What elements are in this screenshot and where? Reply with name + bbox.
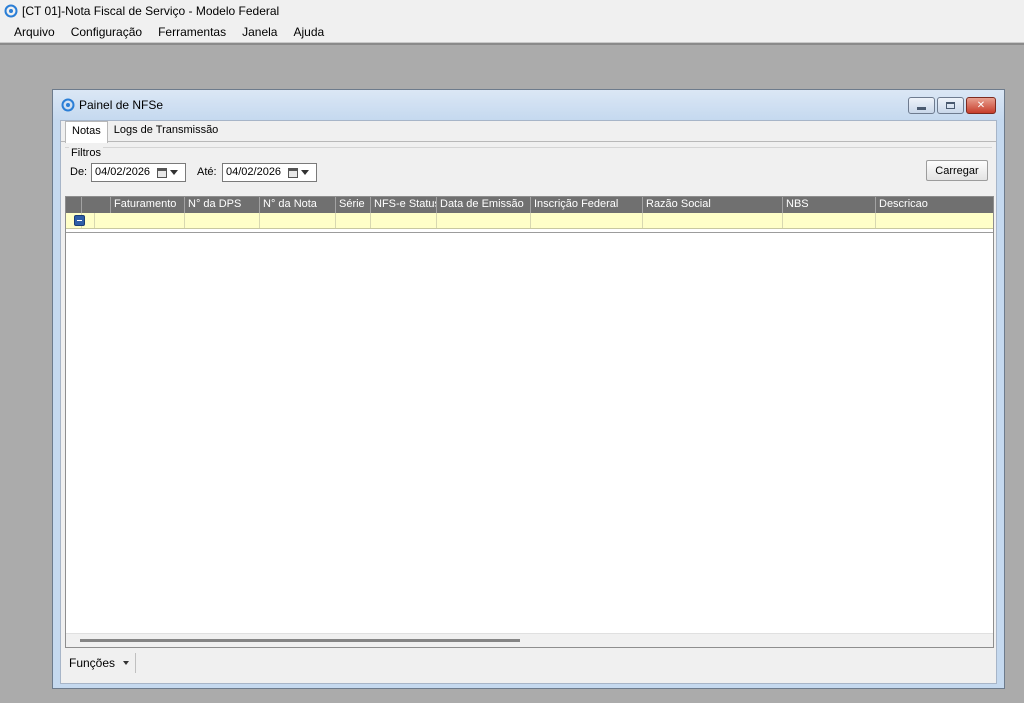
- row-cell: [111, 213, 185, 228]
- col-razao-social[interactable]: Razão Social: [643, 197, 783, 213]
- menu-configuracao[interactable]: Configuração: [63, 25, 150, 39]
- painel-nfse-window: Painel de NFSe ✕ Notas Logs de Transmiss…: [52, 89, 1005, 689]
- menubar: Arquivo Configuração Ferramentas Janela …: [0, 22, 1024, 43]
- col-data-emissao[interactable]: Data de Emissão: [437, 197, 531, 213]
- from-label: De:: [70, 166, 88, 178]
- col-numero-nota[interactable]: N° da Nota: [260, 197, 336, 213]
- calendar-dropdown[interactable]: [288, 166, 312, 179]
- col-faturamento[interactable]: Faturamento: [111, 197, 185, 213]
- col-expand[interactable]: [82, 197, 111, 213]
- row-cell: [336, 213, 371, 228]
- calendar-dropdown[interactable]: [157, 166, 181, 179]
- grid-header: Faturamento N° da DPS N° da Nota Série N…: [66, 197, 993, 213]
- col-indicator[interactable]: [66, 197, 82, 213]
- row-cell: [643, 213, 783, 228]
- window-controls: ✕: [908, 97, 996, 114]
- load-button[interactable]: Carregar: [926, 160, 988, 181]
- app-logo-icon: [4, 4, 18, 18]
- row-cell: [260, 213, 336, 228]
- tab-notas[interactable]: Notas: [65, 121, 108, 143]
- chevron-down-icon: [123, 661, 130, 665]
- tab-strip: Notas Logs de Transmissão: [65, 121, 225, 143]
- col-numero-dps[interactable]: N° da DPS: [185, 197, 260, 213]
- col-nfse-status[interactable]: NFS-e Status: [371, 197, 437, 213]
- table-row[interactable]: [66, 213, 993, 229]
- menu-ferramentas[interactable]: Ferramentas: [150, 25, 234, 39]
- row-cell: [371, 213, 437, 228]
- app-title-bar: [CT 01]-Nota Fiscal de Serviço - Modelo …: [0, 0, 1024, 22]
- restore-button[interactable]: [937, 97, 964, 114]
- to-date-value: 04/02/2026: [226, 166, 282, 178]
- functions-dropdown[interactable]: Funções: [69, 653, 137, 673]
- app-title: [CT 01]-Nota Fiscal de Serviço - Modelo …: [22, 4, 280, 18]
- tab-logs-transmissao[interactable]: Logs de Transmissão: [108, 121, 225, 142]
- collapse-icon[interactable]: [74, 215, 85, 226]
- row-cell: [783, 213, 876, 228]
- functions-label: Funções: [69, 656, 116, 670]
- close-button[interactable]: ✕: [966, 97, 996, 114]
- calendar-icon: [288, 167, 298, 178]
- horizontal-scrollbar[interactable]: [66, 633, 993, 647]
- col-descricao[interactable]: Descricao: [876, 197, 993, 213]
- menu-ajuda[interactable]: Ajuda: [285, 25, 332, 39]
- window-client-area: Notas Logs de Transmissão Filtros De: 04…: [60, 120, 997, 684]
- minimize-button[interactable]: [908, 97, 935, 114]
- row-cell: [437, 213, 531, 228]
- from-date-value: 04/02/2026: [95, 166, 151, 178]
- minimize-icon: [917, 106, 926, 110]
- menu-arquivo[interactable]: Arquivo: [6, 25, 63, 39]
- from-date-picker[interactable]: 04/02/2026: [91, 163, 186, 182]
- scrollbar-thumb[interactable]: [80, 639, 520, 642]
- child-window-title: Painel de NFSe: [79, 98, 164, 112]
- row-cell: [876, 213, 993, 228]
- row-expand-cell[interactable]: [66, 213, 95, 228]
- col-nbs[interactable]: NBS: [783, 197, 876, 213]
- chevron-down-icon: [301, 170, 309, 175]
- window-logo-icon: [61, 98, 75, 112]
- menu-janela[interactable]: Janela: [234, 25, 285, 39]
- calendar-icon: [157, 167, 167, 178]
- to-date-picker[interactable]: 04/02/2026: [222, 163, 317, 182]
- chevron-down-icon: [170, 170, 178, 175]
- grid-divider: [66, 232, 993, 233]
- col-serie[interactable]: Série: [336, 197, 371, 213]
- restore-icon: [946, 102, 955, 109]
- row-cell: [185, 213, 260, 228]
- col-inscricao-federal[interactable]: Inscrição Federal: [531, 197, 643, 213]
- filters-legend: Filtros: [69, 147, 103, 159]
- close-icon: ✕: [976, 100, 986, 111]
- row-cell: [531, 213, 643, 228]
- child-title-bar[interactable]: Painel de NFSe ✕: [53, 90, 1004, 120]
- to-label: Até:: [197, 166, 217, 178]
- notes-grid[interactable]: Faturamento N° da DPS N° da Nota Série N…: [65, 196, 994, 648]
